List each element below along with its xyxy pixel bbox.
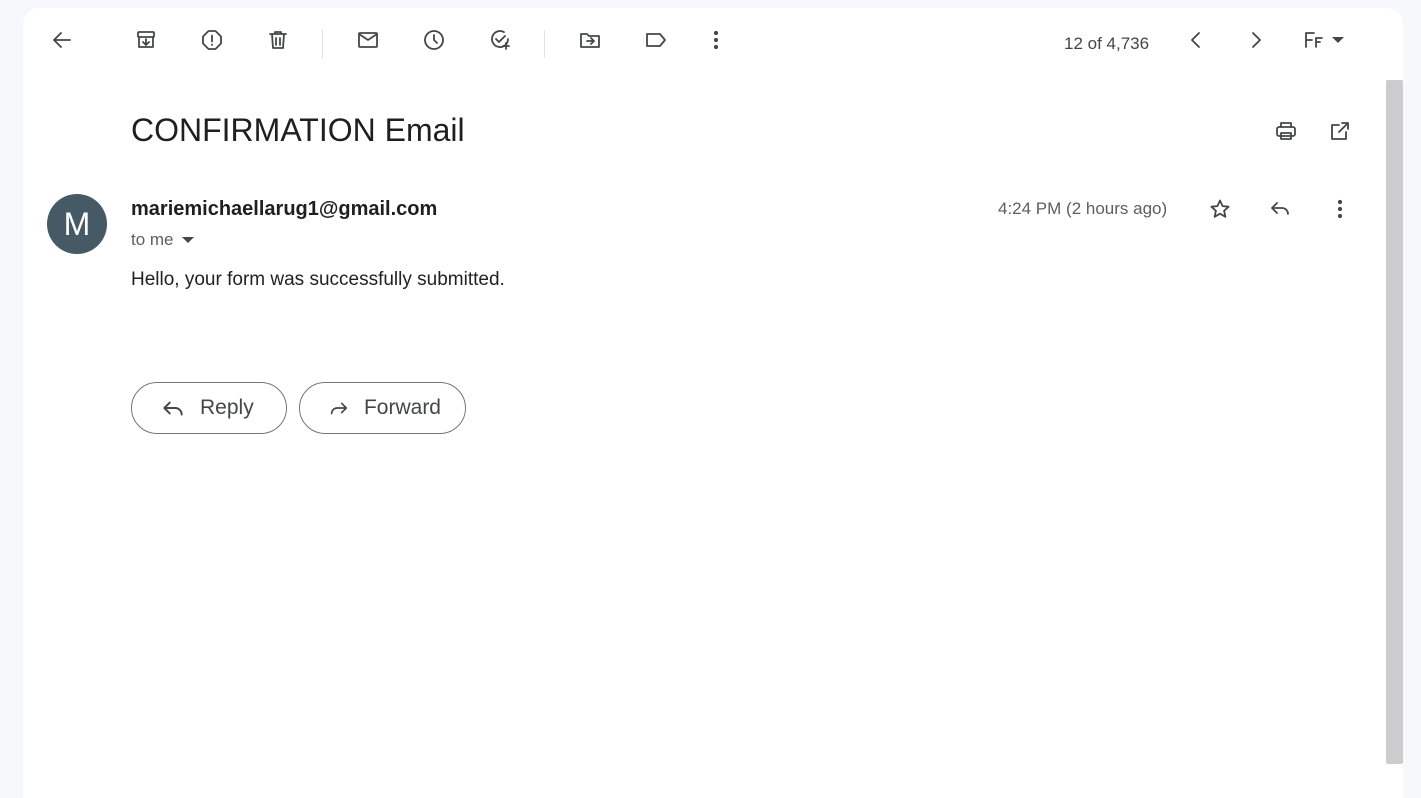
message-counter: 12 of 4,736	[1064, 34, 1150, 53]
print-icon[interactable]	[1266, 111, 1306, 151]
email-timestamp: 4:24 PM (2 hours ago)	[998, 199, 1168, 218]
toolbar-divider	[322, 30, 323, 58]
more-vert-icon[interactable]	[696, 20, 736, 60]
reply-icon	[163, 401, 183, 416]
add-task-icon[interactable]	[480, 20, 520, 60]
font-icon[interactable]	[1292, 20, 1352, 60]
recipient-details[interactable]: to me	[131, 230, 194, 250]
more-vert-icon[interactable]	[1320, 189, 1360, 229]
forward-label: Forward	[363, 396, 441, 419]
forward-icon	[330, 402, 348, 415]
report-spam-icon[interactable]	[192, 20, 232, 60]
label-icon[interactable]	[636, 20, 676, 60]
archive-icon[interactable]	[126, 20, 166, 60]
delete-icon[interactable]	[258, 20, 298, 60]
open-in-new-window-icon[interactable]	[1320, 111, 1360, 151]
mark-unread-icon[interactable]	[348, 20, 388, 60]
caret-down-icon	[181, 237, 194, 243]
scrollbar[interactable]	[1386, 80, 1403, 764]
back-arrow-icon[interactable]	[42, 20, 82, 60]
reply-icon[interactable]	[1260, 189, 1300, 229]
caret-down-icon	[1332, 37, 1344, 43]
chevron-right-icon[interactable]	[1236, 20, 1276, 60]
move-to-icon[interactable]	[570, 20, 610, 60]
snooze-icon[interactable]	[414, 20, 454, 60]
reply-button[interactable]: Reply	[131, 382, 287, 434]
chevron-left-icon[interactable]	[1176, 20, 1216, 60]
reply-label: Reply	[200, 396, 254, 419]
recipient-label: to me	[131, 230, 174, 249]
toolbar-divider	[544, 30, 545, 58]
email-subject: CONFIRMATION Email	[131, 112, 465, 148]
email-body: Hello, your form was successfully submit…	[131, 269, 505, 290]
forward-button[interactable]: Forward	[299, 382, 466, 434]
sender-email[interactable]: mariemichaellarug1@gmail.com	[131, 198, 437, 221]
star-icon[interactable]	[1200, 189, 1240, 229]
avatar[interactable]: M	[47, 194, 107, 254]
